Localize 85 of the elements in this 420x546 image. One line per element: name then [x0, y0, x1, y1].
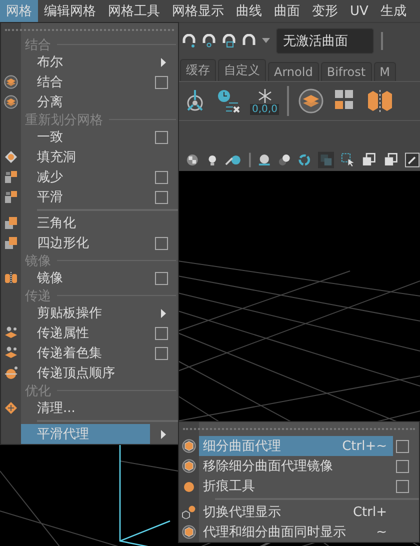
cube-icon: [182, 525, 196, 539]
mirror-icon: [4, 271, 18, 285]
squares-icon: [4, 236, 18, 250]
transfer-icon: [4, 346, 18, 360]
shelf-tab[interactable]: 自定义: [218, 59, 266, 81]
menu-item[interactable]: 三角化: [21, 213, 150, 233]
diamond-icon: [4, 150, 18, 164]
eyedropper-icon[interactable]: [405, 152, 420, 168]
menu-item[interactable]: 移除细分曲面代理镜像: [199, 456, 393, 476]
magnet-icon[interactable]: [182, 34, 196, 48]
shelf-tab[interactable]: Bifrost: [320, 62, 372, 81]
menu-item[interactable]: 清理...: [21, 398, 150, 418]
option-box[interactable]: [155, 190, 168, 204]
cleanup-icon: [4, 401, 18, 415]
grid-icon: [4, 190, 18, 204]
menu-item[interactable]: 传递着色集: [21, 343, 150, 363]
menu-item[interactable]: 结合: [21, 72, 150, 92]
menu-item[interactable]: 网格显示: [166, 0, 230, 22]
option-box[interactable]: [155, 272, 168, 284]
squares-icon: [4, 216, 18, 230]
magnet-icon[interactable]: [202, 34, 216, 48]
menu-item[interactable]: 编辑网格: [38, 0, 102, 22]
cube-icon: [182, 459, 196, 473]
option-box[interactable]: [155, 130, 168, 144]
shelf-tab[interactable]: Arnold: [268, 62, 319, 81]
cube-dot-icon: [182, 505, 196, 519]
sphere-icon: [4, 366, 18, 380]
clock-icon[interactable]: [216, 88, 242, 114]
layers-icon: [4, 95, 18, 109]
menu-item[interactable]: 曲面: [268, 0, 306, 22]
menu-item[interactable]: 传递顶点顺序: [21, 363, 150, 383]
shelf-icon-label: 0,0,0: [250, 104, 280, 114]
option-box[interactable]: [155, 346, 168, 360]
cube-pair-icon[interactable]: [366, 88, 394, 114]
option-box[interactable]: [396, 480, 409, 492]
caret-icon[interactable]: [262, 38, 270, 44]
menu-item[interactable]: 传递属性: [21, 323, 150, 343]
shelf-tab[interactable]: 缓存: [180, 59, 216, 81]
menu-item[interactable]: 切换代理显示 Ctrl+: [199, 502, 393, 522]
cube-icon: [182, 439, 196, 453]
menu-item[interactable]: 一致: [21, 127, 150, 147]
option-box[interactable]: [396, 440, 409, 452]
layers-icon: [4, 75, 18, 89]
separator-handle-icon: [248, 152, 252, 168]
menu-item[interactable]: 曲线: [230, 0, 268, 22]
copy-icon[interactable]: [384, 152, 398, 168]
surface-field[interactable]: 无激活曲面: [276, 28, 374, 54]
option-box[interactable]: [155, 326, 168, 340]
menu-item[interactable]: 折痕工具: [199, 476, 393, 496]
layers-icon[interactable]: [298, 88, 324, 114]
menu-item[interactable]: 代理和细分曲面同时显示 ~: [199, 522, 393, 542]
option-box[interactable]: [155, 236, 168, 250]
menu-item[interactable]: 平滑代理: [21, 424, 150, 444]
magnet-icon[interactable]: [222, 34, 236, 48]
spheres-icon[interactable]: [278, 153, 291, 167]
grid-icon: [4, 170, 18, 184]
menu-item[interactable]: 生成: [374, 0, 412, 22]
separator-handle-icon: [287, 86, 290, 116]
separator-handle-icon: [380, 32, 384, 50]
option-box[interactable]: [396, 460, 409, 472]
magnet-icon[interactable]: [242, 34, 256, 48]
shelf-tab[interactable]: M: [374, 62, 396, 81]
menu-item[interactable]: 分离: [21, 92, 150, 112]
menu-item[interactable]: 布尔: [21, 52, 150, 72]
menu-item[interactable]: 填充洞: [21, 147, 150, 167]
menu-item[interactable]: 网格: [0, 0, 38, 22]
menu-item[interactable]: 细分曲面代理 Ctrl+~: [199, 436, 393, 456]
sphere-icon[interactable]: [225, 153, 242, 167]
menu-item[interactable]: 平滑: [21, 187, 150, 207]
sphere-icon[interactable]: [258, 153, 272, 167]
menu-item[interactable]: 四边形化: [21, 233, 150, 253]
option-box[interactable]: [155, 76, 168, 88]
menu-item[interactable]: 镜像: [21, 268, 150, 288]
ring-icon[interactable]: [298, 153, 311, 167]
select-cursor-icon[interactable]: [340, 152, 356, 168]
option-box[interactable]: [155, 170, 168, 184]
menu-item[interactable]: 剪贴板操作: [21, 303, 150, 323]
menu-item[interactable]: 变形: [306, 0, 344, 22]
menu-item[interactable]: 网格工具: [102, 0, 166, 22]
menu-item[interactable]: 减少: [21, 167, 150, 187]
copy-icon[interactable]: [362, 152, 377, 168]
dot-icon: [182, 479, 196, 493]
transfer-icon: [4, 326, 18, 340]
menu-item[interactable]: UV: [344, 0, 374, 22]
checker-icon[interactable]: [186, 153, 199, 167]
